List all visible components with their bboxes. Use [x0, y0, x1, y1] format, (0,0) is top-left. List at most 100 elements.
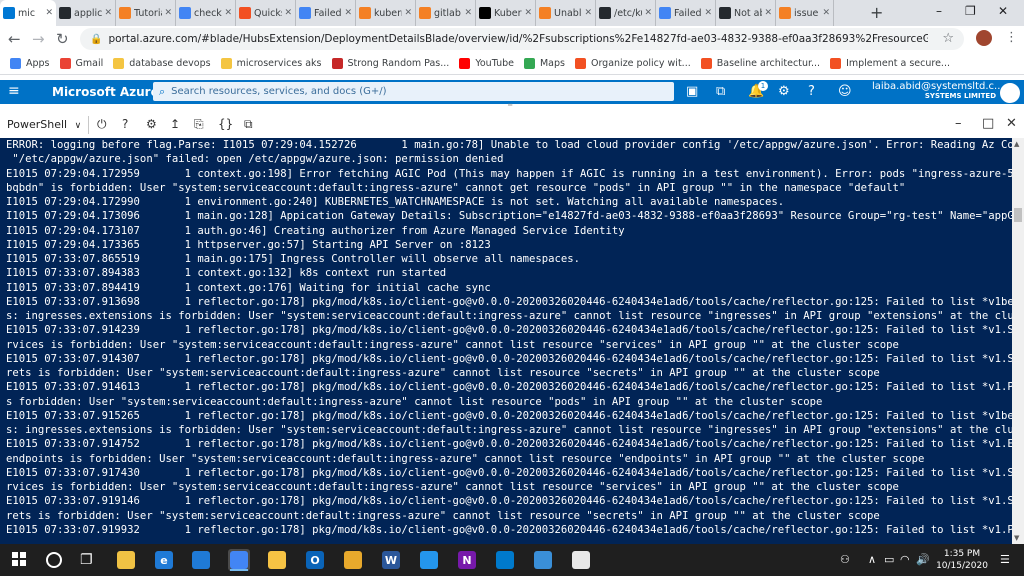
maximize-icon[interactable]: □ [982, 116, 994, 131]
chrome-icon[interactable] [228, 549, 250, 571]
word-icon[interactable]: W [380, 549, 402, 571]
edge-icon[interactable]: e [153, 549, 175, 571]
account-menu[interactable]: laiba.abid@systemsltd.c... SYSTEMS LIMIT… [872, 81, 1004, 100]
splitter[interactable]: ═ [0, 101, 1024, 112]
browser-tab[interactable]: gitlab ✕ [416, 0, 476, 26]
reload-icon[interactable]: ↻ [56, 30, 69, 48]
terminal-scrollbar[interactable]: ▲ ▼ [1012, 138, 1024, 544]
help-icon[interactable]: ? [808, 84, 815, 99]
tab-close-icon[interactable]: ✕ [164, 8, 172, 18]
azure-search-input[interactable]: ⌕ Search resources, services, and docs (… [153, 82, 674, 101]
settings-icon[interactable]: ⚙ [778, 84, 790, 99]
back-icon[interactable]: ← [8, 30, 21, 48]
tab-close-icon[interactable]: ✕ [644, 8, 652, 18]
browser-tab[interactable]: /etc/kul✕ [596, 0, 656, 26]
tab-close-icon[interactable]: ✕ [104, 8, 112, 18]
browser-menu-icon[interactable]: ⋮ [1005, 30, 1018, 45]
profile-avatar[interactable] [976, 30, 992, 46]
wifi-icon[interactable]: ◠ [900, 553, 910, 566]
scroll-up-icon[interactable]: ▲ [1014, 140, 1019, 148]
url-text[interactable]: portal.azure.com/#blade/HubsExtension/De… [108, 33, 928, 45]
cloud-shell-icon[interactable]: ▣ [686, 84, 698, 99]
editor-braces-icon[interactable]: {} [218, 117, 233, 131]
notification-center-icon[interactable]: ☰ [1000, 553, 1010, 566]
tab-close-icon[interactable]: ✕ [284, 8, 292, 18]
upload-icon[interactable]: ↥ [170, 117, 180, 131]
close-icon[interactable]: ✕ [1006, 116, 1017, 131]
browser-tab[interactable]: Not abl✕ [716, 0, 776, 26]
help-icon[interactable]: ? [122, 117, 128, 131]
tab-close-icon[interactable]: ✕ [464, 8, 472, 18]
tab-close-icon[interactable]: ✕ [524, 8, 532, 18]
browser-tab[interactable]: issue se✕ [776, 0, 834, 26]
paint-icon[interactable] [570, 549, 592, 571]
tab-close-icon[interactable]: ✕ [584, 8, 592, 18]
bookmark-item[interactable]: YouTube [459, 57, 514, 69]
onenote-icon[interactable]: N [456, 549, 478, 571]
browser-tab[interactable]: Failed t✕ [296, 0, 356, 26]
outlook-icon[interactable]: O [304, 549, 326, 571]
files-icon[interactable] [342, 549, 364, 571]
restore-icon[interactable]: ❐ [965, 4, 976, 18]
browser-tab[interactable]: Tutorial✕ [116, 0, 176, 26]
brand-title[interactable]: Microsoft Azure [52, 85, 159, 99]
bookmark-item[interactable]: Baseline architectur... [700, 57, 820, 69]
browser-tab[interactable]: Failed t✕ [656, 0, 716, 26]
minimize-icon[interactable]: – [936, 4, 942, 18]
tab-close-icon[interactable]: ✕ [404, 8, 412, 18]
browser-tab[interactable]: Unable✕ [536, 0, 596, 26]
directory-filter-icon[interactable]: ⧉ [716, 84, 725, 99]
close-window-icon[interactable]: ✕ [998, 4, 1008, 18]
file-explorer-icon[interactable] [115, 549, 137, 571]
browser-tab[interactable]: applicat✕ [56, 0, 116, 26]
tab-close-icon[interactable]: ✕ [822, 8, 830, 18]
task-view-icon[interactable]: ❐ [80, 552, 93, 568]
bookmark-item[interactable]: Apps [10, 57, 50, 69]
drag-handle-icon[interactable]: ═ [508, 101, 512, 109]
browser-tab[interactable]: check i✕ [176, 0, 236, 26]
network-icon[interactable]: ▭ [884, 553, 894, 566]
docker-icon[interactable] [418, 549, 440, 571]
omnibox[interactable]: 🔒 portal.azure.com/#blade/HubsExtension/… [80, 28, 964, 50]
browser-tab[interactable]: kuberne✕ [356, 0, 416, 26]
sticky-notes-icon[interactable] [266, 549, 288, 571]
tray-chevron-icon[interactable]: ∧ [868, 553, 876, 566]
bookmark-item[interactable]: microservices aks [220, 57, 322, 69]
bookmark-item[interactable]: Maps [523, 57, 565, 69]
system-clock[interactable]: 1:35 PM 10/15/2020 [932, 548, 992, 572]
tab-close-icon[interactable]: ✕ [764, 8, 772, 18]
tab-close-icon[interactable]: ✕ [45, 8, 53, 18]
bookmark-star-icon[interactable]: ☆ [942, 31, 954, 46]
power-icon[interactable]: ⏻ [97, 117, 107, 132]
bookmark-item[interactable]: Organize policy wit... [574, 57, 691, 69]
browser-tab[interactable]: Quickst✕ [236, 0, 296, 26]
windows-start-icon[interactable] [12, 552, 26, 566]
tab-close-icon[interactable]: ✕ [344, 8, 352, 18]
new-session-icon[interactable]: ⎘ [194, 117, 204, 132]
bookmark-item[interactable]: database devops [113, 57, 211, 69]
new-tab-button[interactable]: + [870, 3, 883, 22]
bookmark-item[interactable]: Strong Random Pas... [331, 57, 449, 69]
shell-type-select[interactable]: PowerShell ∨ [7, 118, 81, 131]
browser-tab[interactable]: Kuberne✕ [476, 0, 536, 26]
vscode-icon[interactable] [494, 549, 516, 571]
scroll-thumb[interactable] [1014, 208, 1022, 222]
browser-tab[interactable]: mic ✕ [0, 0, 56, 26]
volume-icon[interactable]: 🔊 [916, 553, 930, 566]
scroll-down-icon[interactable]: ▼ [1014, 534, 1019, 542]
feedback-icon[interactable]: ☺ [838, 84, 852, 99]
store-icon[interactable] [190, 549, 212, 571]
people-icon[interactable]: ⚇ [840, 553, 850, 566]
bookmark-item[interactable]: Implement a secure... [830, 57, 950, 69]
bookmark-item[interactable]: Gmail [59, 57, 103, 69]
forward-icon[interactable]: → [32, 30, 45, 48]
portal-menu-icon[interactable]: ≡ [8, 83, 20, 99]
account-avatar[interactable] [1000, 83, 1020, 103]
tab-close-icon[interactable]: ✕ [224, 8, 232, 18]
terminal-output[interactable]: ERROR: logging before flag.Parse: I1015 … [0, 138, 1012, 544]
minimize-icon[interactable]: – [955, 116, 962, 131]
tab-close-icon[interactable]: ✕ [704, 8, 712, 18]
photos-icon[interactable] [532, 549, 554, 571]
search-circle-icon[interactable] [46, 552, 62, 568]
gear-icon[interactable]: ⚙ [146, 117, 157, 131]
